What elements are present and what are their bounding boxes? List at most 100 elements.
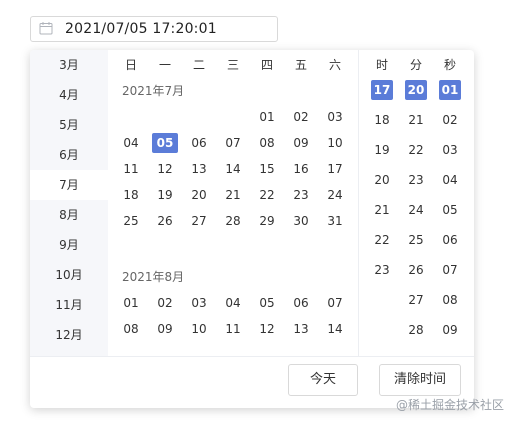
day-cell[interactable]: 08 (118, 319, 144, 339)
hour-option[interactable]: 18 (371, 110, 393, 130)
day-cell[interactable]: 31 (322, 211, 348, 231)
day-cell[interactable]: 09 (288, 133, 314, 153)
hour-header: 时 (375, 58, 388, 72)
day-cell[interactable]: 17 (322, 159, 348, 179)
minute-header: 分 (409, 58, 422, 72)
month-item[interactable]: 5月 (30, 110, 108, 140)
second-option[interactable]: 01 (439, 80, 461, 100)
day-cell[interactable]: 27 (186, 211, 212, 231)
watermark: @稀土掘金技术社区 (396, 398, 505, 412)
second-option[interactable]: 06 (439, 230, 461, 250)
day-cell[interactable]: 09 (152, 319, 178, 339)
day-cell[interactable]: 10 (322, 133, 348, 153)
month-item[interactable]: 4月 (30, 80, 108, 110)
minute-option[interactable]: 26 (405, 260, 427, 280)
day-cell[interactable]: 18 (118, 185, 144, 205)
day-cell[interactable]: 06 (186, 133, 212, 153)
day-cell[interactable]: 02 (288, 107, 314, 127)
day-cell[interactable]: 04 (220, 293, 246, 313)
datetime-picker-panel: 3月 4月 5月 6月 7月 8月 9月 10月 11月 12月 日 一 二 三 四 五 六 2021年7月 01… (30, 50, 474, 408)
day-cell[interactable]: 08 (254, 133, 280, 153)
day-cell[interactable]: 06 (288, 293, 314, 313)
hour-option[interactable]: 17 (371, 80, 393, 100)
day-cell[interactable]: 04 (118, 133, 144, 153)
hour-option[interactable]: 21 (371, 200, 393, 220)
day-cell[interactable]: 11 (118, 159, 144, 179)
day-cell[interactable]: 15 (254, 159, 280, 179)
day-cell[interactable]: 21 (220, 185, 246, 205)
minute-option[interactable]: 22 (405, 140, 427, 160)
minute-option[interactable]: 20 (405, 80, 427, 100)
month-item[interactable]: 10月 (30, 260, 108, 290)
day-cell[interactable]: 10 (186, 319, 212, 339)
second-option[interactable]: 05 (439, 200, 461, 220)
datetime-input-value: 2021/07/05 17:20:01 (65, 21, 217, 37)
day-cell[interactable]: 07 (220, 133, 246, 153)
second-option[interactable]: 04 (439, 170, 461, 190)
minute-option[interactable]: 27 (405, 290, 427, 310)
minute-option[interactable]: 28 (405, 320, 427, 340)
day-cell[interactable]: 12 (152, 159, 178, 179)
day-cell[interactable]: 23 (288, 185, 314, 205)
weekday-header: 四 (260, 58, 273, 72)
second-option[interactable]: 07 (439, 260, 461, 280)
day-cell[interactable]: 01 (118, 293, 144, 313)
month-item[interactable]: 11月 (30, 290, 108, 320)
day-cell[interactable]: 03 (322, 107, 348, 127)
month-item[interactable]: 8月 (30, 200, 108, 230)
day-cell[interactable]: 24 (322, 185, 348, 205)
second-option[interactable]: 02 (439, 110, 461, 130)
minute-option[interactable]: 23 (405, 170, 427, 190)
weekday-header: 五 (294, 58, 307, 72)
day-cell[interactable]: 29 (254, 211, 280, 231)
day-cell[interactable]: 26 (152, 211, 178, 231)
day-cell[interactable]: 05 (254, 293, 280, 313)
datetime-input[interactable]: 2021/07/05 17:20:01 (30, 16, 278, 42)
time-selector: 时 17 18 19 20 21 22 23 分 20 21 22 23 24 25 26 27 28 秒 01 02 0… (359, 50, 474, 356)
second-option[interactable]: 08 (439, 290, 461, 310)
minute-option[interactable]: 24 (405, 200, 427, 220)
day-cell[interactable]: 19 (152, 185, 178, 205)
hour-option[interactable]: 19 (371, 140, 393, 160)
weekday-header: 日 (124, 58, 137, 72)
month-list: 3月 4月 5月 6月 7月 8月 9月 10月 11月 12月 (30, 50, 108, 356)
clear-time-button[interactable]: 清除时间 (379, 364, 461, 396)
day-cell[interactable]: 16 (288, 159, 314, 179)
second-option[interactable]: 03 (439, 140, 461, 160)
month-item[interactable]: 12月 (30, 320, 108, 350)
weekday-header: 二 (192, 58, 205, 72)
minute-option[interactable]: 21 (405, 110, 427, 130)
day-cell[interactable]: 14 (322, 319, 348, 339)
footer-divider (30, 356, 474, 357)
month-title: 2021年7月 (122, 84, 185, 98)
day-cell[interactable]: 30 (288, 211, 314, 231)
month-item[interactable]: 6月 (30, 140, 108, 170)
day-cell[interactable]: 14 (220, 159, 246, 179)
month-item[interactable]: 3月 (30, 50, 108, 80)
day-cell[interactable]: 07 (322, 293, 348, 313)
weekday-header: 三 (226, 58, 239, 72)
day-cell[interactable]: 03 (186, 293, 212, 313)
weekday-header: 一 (158, 58, 171, 72)
day-cell[interactable]: 11 (220, 319, 246, 339)
day-cell[interactable]: 22 (254, 185, 280, 205)
month-item[interactable]: 7月 (30, 170, 108, 200)
hour-option[interactable]: 23 (371, 260, 393, 280)
minute-option[interactable]: 25 (405, 230, 427, 250)
day-cell[interactable]: 13 (288, 319, 314, 339)
today-button[interactable]: 今天 (288, 364, 358, 396)
second-option[interactable]: 09 (439, 320, 461, 340)
day-cell[interactable]: 05 (152, 133, 178, 153)
calendar-area: 日 一 二 三 四 五 六 2021年7月 01 02 03 04 05 06 07 08 09 10 11 12 13… (108, 50, 358, 356)
month-item[interactable]: 9月 (30, 230, 108, 260)
day-cell[interactable]: 01 (254, 107, 280, 127)
day-cell[interactable]: 20 (186, 185, 212, 205)
hour-option[interactable]: 22 (371, 230, 393, 250)
hour-option[interactable]: 20 (371, 170, 393, 190)
day-cell[interactable]: 13 (186, 159, 212, 179)
day-cell[interactable]: 12 (254, 319, 280, 339)
day-cell[interactable]: 02 (152, 293, 178, 313)
second-header: 秒 (443, 58, 456, 72)
day-cell[interactable]: 28 (220, 211, 246, 231)
day-cell[interactable]: 25 (118, 211, 144, 231)
